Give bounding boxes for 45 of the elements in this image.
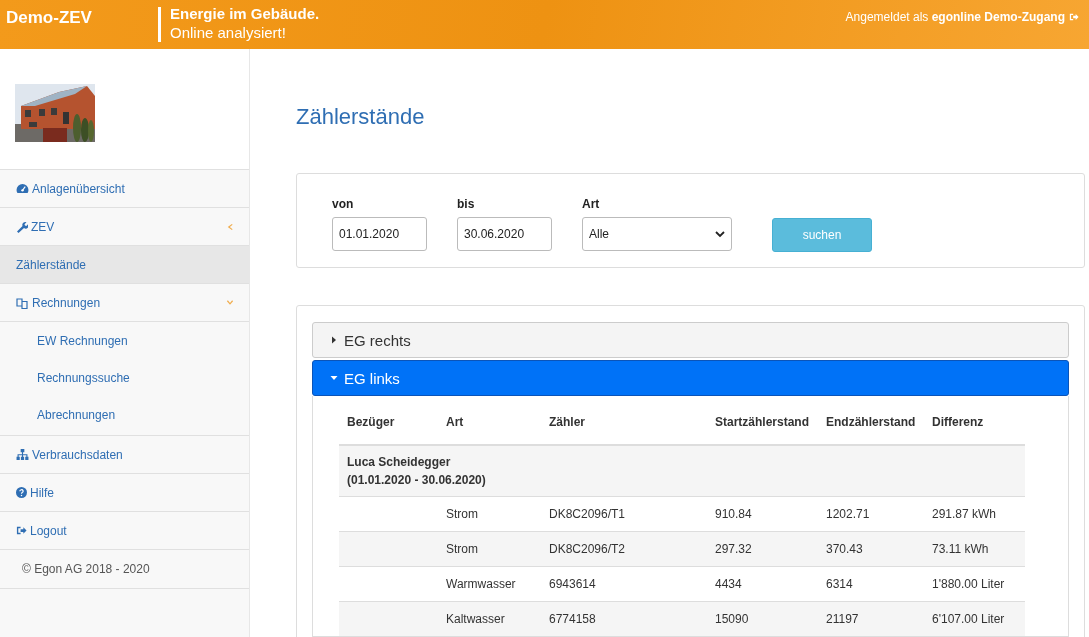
field-label: Art [582,197,601,211]
table-cell: 15090 [707,601,818,636]
tagline: Energie im Gebäude. [170,4,320,23]
table-cell: 297.32 [707,531,818,567]
table-cell: 6774158 [541,601,707,636]
date-field[interactable]: 01.01.2020 [332,217,427,251]
copy-icon [16,296,29,309]
table-cell: Strom [438,531,541,567]
nav-item[interactable]: Anlagenübersicht [0,170,249,208]
panel-header[interactable]: EG links [312,360,1069,396]
nav-item[interactable]: Logout [0,512,249,550]
tagline: Online analysiert! [170,23,287,42]
caret-right-icon [330,336,338,344]
consumer-name: Luca Scheidegger [347,455,451,469]
table-cell: 370.43 [818,531,924,567]
wrench-icon [16,220,28,233]
user-info: Angemeldet als egonline Demo-Zugang [845,10,1065,24]
field-label: bis [457,197,476,211]
nav-item[interactable]: Verbrauchsdaten [0,436,249,474]
nav-subitem[interactable]: Abrechnungen [0,396,249,433]
nav-item[interactable]: Hilfe [0,474,249,512]
caret-icon [715,230,725,238]
logout-icon[interactable] [1069,12,1079,22]
copyright-text: © Egon AG 2018 - 2020 [22,562,150,576]
nav-item[interactable]: Rechnungen [0,284,249,322]
field-label: von [332,197,355,211]
table-cell: DK8C2096/T2 [541,531,707,567]
date-field[interactable]: 30.06.2020 [457,217,552,251]
logout-icon [16,525,27,536]
table-cell: 73.11 kWh [924,531,1025,567]
help-icon [16,487,27,498]
page-title: Zählerstände [296,104,426,131]
type-dropdown[interactable]: Alle [582,217,732,251]
dashboard-icon [16,183,29,194]
table-cell: 6'107.00 Liter [924,601,1025,636]
period-text: (01.01.2020 - 30.06.2020) [347,473,486,487]
table-cell: Kaltwasser [438,601,541,636]
nav-item[interactable]: Zählerstände [0,246,249,284]
caret-down-icon [330,374,338,382]
nav-subitem[interactable]: EW Rechnungen [0,322,249,359]
table-cell: 21197 [818,601,924,636]
brand-title: Demo-ZEV [5,7,93,28]
nav-subitem[interactable]: Rechnungssuche [0,359,249,396]
sitemap-icon [16,449,29,460]
panel-header[interactable]: EG rechts [312,322,1069,358]
